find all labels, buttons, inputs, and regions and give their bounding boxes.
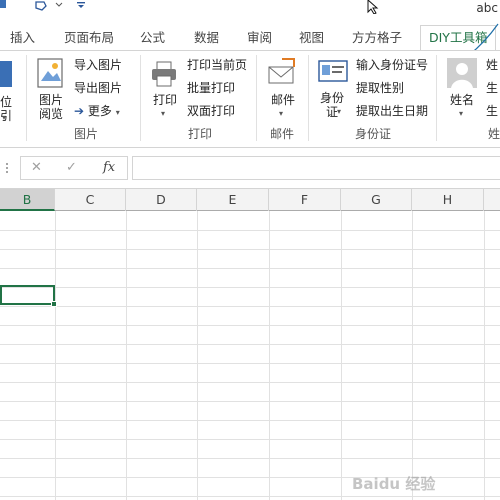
column-header-d[interactable]: D xyxy=(126,189,197,211)
name-partial-button-3[interactable]: 生 xyxy=(486,101,498,121)
mail-icon[interactable] xyxy=(266,57,298,87)
group-separator xyxy=(26,55,27,141)
column-header-partial[interactable] xyxy=(484,189,500,211)
group-separator xyxy=(308,55,309,141)
column-header-c[interactable]: C xyxy=(55,189,126,211)
tab-insert[interactable]: 插入 xyxy=(10,27,35,49)
more-button-label: 更多 xyxy=(87,104,112,118)
column-header-g[interactable]: G xyxy=(341,189,412,211)
row-gridline xyxy=(0,382,500,383)
column-gridline xyxy=(269,211,270,500)
fill-handle[interactable] xyxy=(51,301,57,307)
enter-icon[interactable]: ✓ xyxy=(66,160,77,175)
row-gridline xyxy=(0,287,500,288)
tab-fangfang[interactable]: 方方格子 xyxy=(352,27,402,49)
name-partial-button-2[interactable]: 生 xyxy=(486,78,498,98)
more-button[interactable]: ➔ 更多 ▾ xyxy=(74,101,120,121)
picture-view-label[interactable]: 图片 阅览 xyxy=(34,93,68,121)
column-gridline xyxy=(341,211,342,500)
name-partial-button-1[interactable]: 姓 xyxy=(486,55,498,75)
row-gridline xyxy=(0,420,500,421)
corner-text: abc xyxy=(476,1,498,15)
column-header-h[interactable]: H xyxy=(412,189,484,211)
chevron-down-icon: ▾ xyxy=(459,109,464,118)
resize-handle-icon[interactable] xyxy=(2,161,12,175)
cancel-icon[interactable]: ✕ xyxy=(31,160,42,175)
tab-formulas[interactable]: 公式 xyxy=(140,27,165,49)
arrow-right-icon: ➔ xyxy=(74,104,85,118)
formula-bar-buttons: ✕ ✓ fx xyxy=(20,156,128,180)
column-header-b[interactable]: B xyxy=(0,189,55,211)
input-id-number-button[interactable]: 输入身份证号 xyxy=(356,55,428,75)
row-gridline xyxy=(0,344,500,345)
print-group-label: 打印 xyxy=(187,127,212,141)
column-gridline xyxy=(126,211,127,500)
id-card-icon[interactable] xyxy=(318,59,348,85)
row-gridline xyxy=(0,230,500,231)
chevron-down-icon: ▾ xyxy=(279,109,284,118)
tab-view[interactable]: 视图 xyxy=(299,27,324,49)
column-header-row: B C D E F G H xyxy=(0,188,500,211)
row-gridline xyxy=(0,325,500,326)
group-separator xyxy=(140,55,141,141)
chevron-down-icon: ▾ xyxy=(161,109,166,118)
extract-gender-button[interactable]: 提取性别 xyxy=(356,78,404,98)
export-picture-button[interactable]: 导出图片 xyxy=(74,78,122,98)
column-gridline xyxy=(484,211,485,500)
name-group-label: 姓 xyxy=(488,127,500,141)
row-gridline xyxy=(0,249,500,250)
chevron-down-icon: ▾ xyxy=(115,108,120,117)
group-separator xyxy=(256,55,257,141)
mouse-cursor-icon xyxy=(367,0,379,14)
id-card-large-label[interactable]: 身份 证 xyxy=(316,91,348,119)
qat-icon[interactable] xyxy=(0,0,8,12)
row-gridline xyxy=(0,268,500,269)
row-gridline xyxy=(0,439,500,440)
tab-data[interactable]: 数据 xyxy=(194,27,219,49)
column-gridline xyxy=(55,211,56,500)
column-header-e[interactable]: E xyxy=(197,189,269,211)
extract-birthdate-button[interactable]: 提取出生日期 xyxy=(356,101,428,121)
column-gridline xyxy=(197,211,198,500)
mail-large-label[interactable]: 邮件 xyxy=(266,93,300,107)
row-gridline xyxy=(0,458,500,459)
import-picture-button[interactable]: 导入图片 xyxy=(74,55,122,75)
row-gridline xyxy=(0,401,500,402)
partial-button-icon[interactable] xyxy=(0,59,14,89)
group-separator xyxy=(436,55,437,141)
name-large-label[interactable]: 姓名 xyxy=(446,93,478,107)
print-large-label[interactable]: 打印 xyxy=(148,93,182,107)
column-gridline xyxy=(412,211,413,500)
tab-page-layout[interactable]: 页面布局 xyxy=(64,27,114,49)
ribbon: 位引 ▾ 图片 阅览 导入图片 导出图片 ➔ 更多 ▾ 图片 打印 ▾ 打印当前… xyxy=(0,50,500,148)
formula-input[interactable] xyxy=(132,156,500,180)
ribbon-tabs: 插入 页面布局 公式 数据 审阅 视图 方方格子 DIY工具箱 xyxy=(0,22,500,73)
quick-access-toolbar: abc xyxy=(0,0,500,22)
chevron-down-icon: ▾ xyxy=(2,113,7,122)
duplex-print-button[interactable]: 双面打印 xyxy=(187,101,235,121)
active-cell[interactable] xyxy=(0,285,55,305)
printer-icon[interactable] xyxy=(150,61,178,87)
batch-print-button[interactable]: 批量打印 xyxy=(187,78,235,98)
chevron-down-icon: ▾ xyxy=(337,107,342,116)
tab-review[interactable]: 审阅 xyxy=(247,27,272,49)
person-icon[interactable] xyxy=(446,57,478,89)
mail-group-label: 邮件 xyxy=(269,127,294,141)
insert-function-button[interactable]: fx xyxy=(103,160,115,175)
row-gridline xyxy=(0,306,500,307)
row-gridline xyxy=(0,363,500,364)
images-group-label: 图片 xyxy=(73,127,98,141)
column-header-f[interactable]: F xyxy=(269,189,341,211)
id-group-label: 身份证 xyxy=(354,127,391,141)
print-current-page-button[interactable]: 打印当前页 xyxy=(187,55,247,75)
watermark: Baidu 经验 xyxy=(352,475,436,493)
picture-view-icon[interactable] xyxy=(36,57,66,89)
format-painter-icon[interactable] xyxy=(34,0,64,12)
qat-customize-icon[interactable] xyxy=(76,0,86,12)
